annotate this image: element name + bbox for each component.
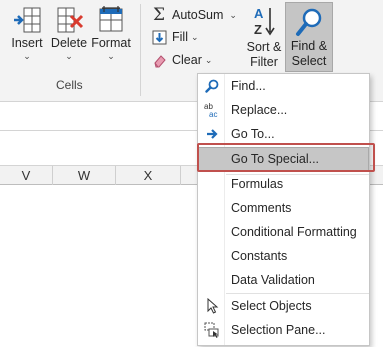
- menu-item-label: Find...: [231, 79, 266, 93]
- delete-label: Delete: [50, 36, 88, 50]
- menu-item-label: Conditional Formatting: [231, 225, 357, 239]
- menu-item-find[interactable]: Find...: [198, 75, 369, 97]
- insert-button[interactable]: Insert ⌄: [6, 2, 48, 74]
- svg-text:A: A: [254, 6, 264, 21]
- menu-separator: [226, 293, 369, 294]
- column-header-v[interactable]: V: [0, 166, 53, 185]
- sort-az-icon: A Z: [254, 6, 275, 37]
- clear-button[interactable]: Clear ⌄: [150, 50, 212, 70]
- format-chevron-icon[interactable]: ⌄: [89, 51, 133, 61]
- sigma-icon: Σ: [152, 5, 166, 25]
- find-select-label-line2: Select: [291, 54, 327, 68]
- insert-cells-icon: [14, 7, 41, 33]
- menu-item-label: Formulas: [231, 177, 284, 191]
- sort-filter-label-line2: Filter: [250, 55, 278, 69]
- menu-item-label: Select Objects: [231, 299, 312, 313]
- clear-label: Clear: [172, 53, 202, 67]
- delete-button[interactable]: Delete ⌄: [49, 2, 89, 74]
- delete-chevron-icon[interactable]: ⌄: [49, 51, 89, 61]
- format-cells-icon: [99, 6, 123, 32]
- format-label: Format: [91, 36, 131, 50]
- replace-icon: ab ac: [204, 102, 220, 118]
- menu-item-label: Selection Pane...: [231, 323, 326, 337]
- menu-item-comments[interactable]: Comments: [198, 197, 369, 219]
- autosum-label: AutoSum: [172, 8, 224, 22]
- cells-group-label: Cells: [56, 78, 83, 92]
- autosum-button[interactable]: Σ AutoSum ⌄: [150, 5, 237, 25]
- group-divider: [140, 4, 141, 96]
- menu-item-selection-pane[interactable]: Selection Pane...: [198, 319, 369, 341]
- find-select-label-line1: Find &: [290, 39, 328, 53]
- menu-item-label: Go To...: [231, 127, 275, 141]
- magnifier-icon: [296, 8, 322, 36]
- insert-label: Insert: [11, 36, 43, 50]
- highlight-outline: [197, 143, 375, 172]
- find-icon: [204, 78, 220, 94]
- sort-filter-label-line1: Sort &: [246, 40, 282, 54]
- arrow-right-icon: [204, 126, 220, 142]
- format-button[interactable]: Format ⌄: [89, 2, 133, 74]
- menu-item-conditional-formatting[interactable]: Conditional Formatting: [198, 221, 369, 243]
- find-select-button[interactable]: Find & Select: [285, 2, 333, 72]
- menu-item-label: Replace...: [231, 103, 288, 117]
- delete-cells-icon: [57, 7, 84, 33]
- menu-item-formulas[interactable]: Formulas: [198, 173, 369, 195]
- eraser-icon: [150, 51, 168, 69]
- sort-filter-button[interactable]: A Z Sort & Filter: [244, 2, 284, 74]
- selection-pane-icon: [204, 322, 220, 338]
- menu-item-constants[interactable]: Constants: [198, 245, 369, 267]
- menu-item-label: Comments: [231, 201, 292, 215]
- fill-label: Fill: [172, 30, 188, 44]
- menu-item-data-validation[interactable]: Data Validation: [198, 269, 369, 291]
- fill-dropdown-icon[interactable]: ⌄: [191, 32, 199, 43]
- svg-text:Z: Z: [254, 22, 262, 37]
- menu-item-label: Constants: [231, 249, 288, 263]
- insert-chevron-icon[interactable]: ⌄: [6, 51, 48, 61]
- find-select-menu: Find... ab ac Replace... Go To... Go To S…: [197, 73, 370, 346]
- cursor-arrow-icon: [204, 298, 220, 314]
- column-header-w[interactable]: W: [53, 166, 116, 185]
- clear-dropdown-icon[interactable]: ⌄: [205, 55, 213, 66]
- menu-item-label: Data Validation: [231, 273, 315, 287]
- menu-item-replace[interactable]: ab ac Replace...: [198, 99, 369, 121]
- fill-button[interactable]: Fill ⌄: [150, 27, 199, 47]
- column-header-x[interactable]: X: [116, 166, 181, 185]
- autosum-dropdown-icon[interactable]: ⌄: [229, 10, 237, 21]
- fill-down-icon: [150, 28, 168, 46]
- menu-item-go-to[interactable]: Go To...: [198, 123, 369, 145]
- menu-item-select-objects[interactable]: Select Objects: [198, 295, 369, 317]
- svg-text:ac: ac: [209, 110, 217, 118]
